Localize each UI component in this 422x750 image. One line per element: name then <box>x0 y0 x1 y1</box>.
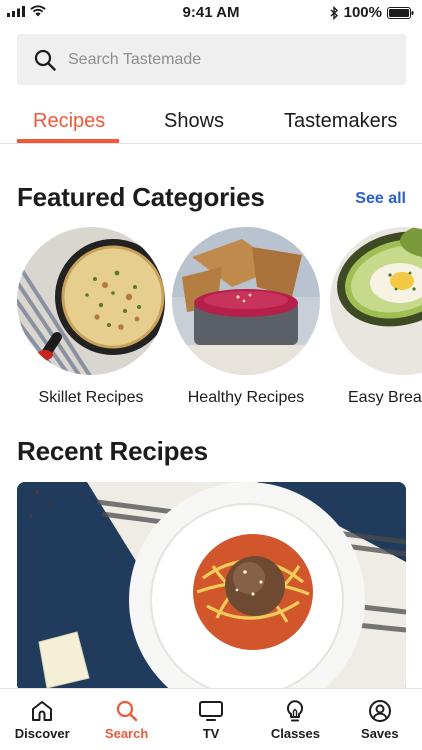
search-icon <box>34 49 56 71</box>
featured-categories-title: Featured Categories <box>17 182 265 212</box>
category-label: Easy Breakfast <box>348 389 422 406</box>
nav-label: TV <box>202 726 220 741</box>
profile-icon <box>368 700 391 722</box>
nav-search[interactable]: Search <box>84 689 168 750</box>
recipe-image <box>17 482 406 692</box>
nav-label: Search <box>104 726 149 741</box>
featured-categories-carousel: Skillet Recipes Healthy Recipes Easy Bre… <box>0 227 422 417</box>
bluetooth-icon <box>330 5 338 20</box>
see-all-link[interactable]: See all <box>355 190 406 208</box>
lightbulb-icon <box>287 700 304 722</box>
nav-label: Saves <box>361 726 399 741</box>
status-bar: 9:41 AM 100% <box>0 0 422 24</box>
easy-breakfast-image <box>330 227 422 375</box>
recent-recipes-title: Recent Recipes <box>17 436 208 466</box>
search-icon <box>116 700 137 722</box>
tab-recipes[interactable]: Recipes <box>33 110 105 133</box>
nav-label: Discover <box>14 726 70 741</box>
tab-bar: Recipes Shows Tastemakers <box>0 104 422 144</box>
tv-icon <box>199 701 224 721</box>
healthy-recipes-image <box>172 227 320 375</box>
bottom-nav: Discover Search TV Classes Saves <box>0 688 422 750</box>
nav-discover[interactable]: Discover <box>0 689 84 750</box>
battery-percent: 100% <box>343 4 382 21</box>
search-input[interactable]: Search Tastemade <box>17 34 406 85</box>
search-placeholder: Search Tastemade <box>68 50 202 68</box>
tab-shows[interactable]: Shows <box>164 110 224 133</box>
active-tab-indicator <box>17 139 119 143</box>
nav-label: Classes <box>270 726 320 741</box>
home-icon <box>32 701 53 721</box>
tab-tastemakers[interactable]: Tastemakers <box>284 110 397 133</box>
category-label: Healthy Recipes <box>187 389 305 406</box>
status-right: 100% <box>330 4 414 21</box>
recent-recipe-card[interactable] <box>17 482 406 692</box>
category-label: Skillet Recipes <box>38 389 144 406</box>
category-healthy[interactable]: Healthy Recipes <box>172 227 320 406</box>
battery-icon <box>387 6 414 19</box>
skillet-recipes-image <box>17 227 165 375</box>
category-easy-breakfast[interactable]: Easy Breakfast <box>330 227 422 406</box>
nav-classes[interactable]: Classes <box>253 689 337 750</box>
category-skillet[interactable]: Skillet Recipes <box>17 227 165 406</box>
nav-saves[interactable]: Saves <box>338 689 422 750</box>
nav-tv[interactable]: TV <box>169 689 253 750</box>
